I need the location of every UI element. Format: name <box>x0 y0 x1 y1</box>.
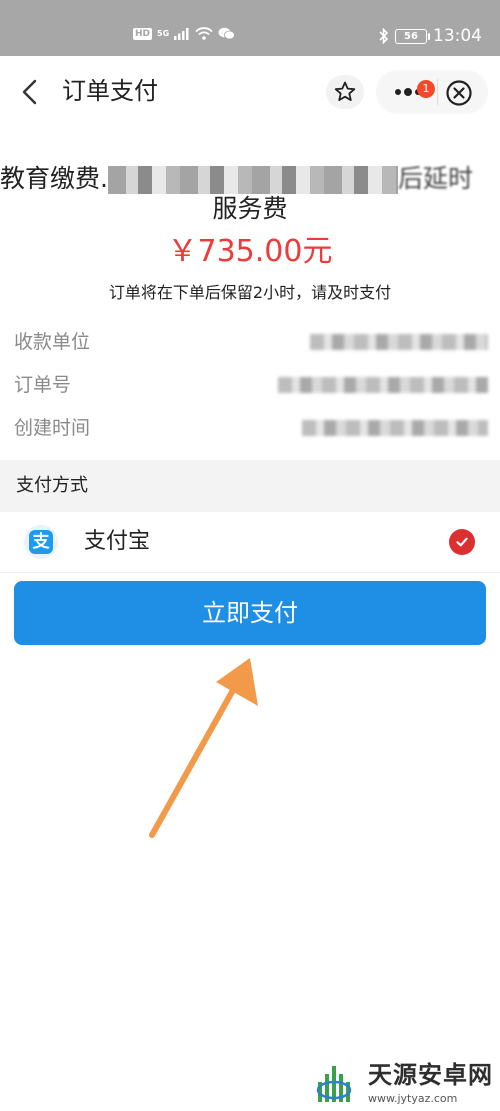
back-button[interactable] <box>14 76 46 108</box>
battery-indicator: 56 <box>395 28 430 44</box>
notification-badge: 1 <box>417 80 435 98</box>
redacted-text <box>108 166 398 194</box>
nav-bar: 订单支付 1 <box>0 56 500 128</box>
capsule-divider <box>437 79 438 105</box>
redacted-value <box>302 420 488 436</box>
pay-now-button[interactable]: 立即支付 <box>14 581 486 645</box>
watermark-name: 天源安卓网 <box>368 1061 493 1089</box>
wechat-icon <box>218 27 236 40</box>
close-circle-icon <box>446 80 472 106</box>
favorite-button[interactable] <box>326 75 364 109</box>
mini-program-capsule: 1 <box>376 70 488 114</box>
redacted-value <box>278 377 488 393</box>
order-title-tail: 后延时 <box>398 164 474 193</box>
detail-label: 订单号 <box>14 374 72 396</box>
chevron-left-icon <box>22 79 37 105</box>
hd-indicator: HD <box>133 27 153 40</box>
payment-amount: ￥735.00元 <box>167 234 333 269</box>
detail-row-order-number: 订单号 <box>14 371 488 399</box>
status-bar: HD 5G 56 13:04 <box>0 0 500 56</box>
clock: 13:04 <box>433 26 482 46</box>
payment-option-alipay[interactable]: 支 支付宝 <box>0 512 500 573</box>
more-button[interactable]: 1 <box>388 80 435 102</box>
detail-row-payee: 收款单位 <box>14 328 488 356</box>
wifi-icon <box>195 27 213 40</box>
payment-method-label: 支付方式 <box>16 475 88 496</box>
payment-option-label: 支付宝 <box>84 529 151 554</box>
alipay-icon: 支 <box>24 525 58 559</box>
checkmark-icon[interactable] <box>449 529 475 555</box>
order-title-line2: 服务费 <box>212 194 288 223</box>
arrow-annotation-icon <box>149 658 258 838</box>
watermark-url: www.jytyaz.com <box>368 1092 458 1105</box>
bluetooth-icon <box>379 28 389 44</box>
network-type: 5G <box>157 28 170 38</box>
payment-method-header: 支付方式 <box>0 460 500 512</box>
close-button[interactable] <box>444 78 474 108</box>
detail-label: 收款单位 <box>14 331 91 353</box>
payment-notice: 订单将在下单后保留2小时，请及时支付 <box>108 283 392 302</box>
signal-icon <box>174 27 189 40</box>
page-title: 订单支付 <box>62 77 158 105</box>
watermark: 天源安卓网 www.jytyaz.com <box>310 1058 500 1110</box>
watermark-logo-icon <box>316 1066 352 1102</box>
redacted-value <box>310 334 488 350</box>
detail-label: 创建时间 <box>14 417 91 439</box>
star-icon <box>334 81 356 101</box>
detail-row-created-time: 创建时间 <box>14 414 488 442</box>
